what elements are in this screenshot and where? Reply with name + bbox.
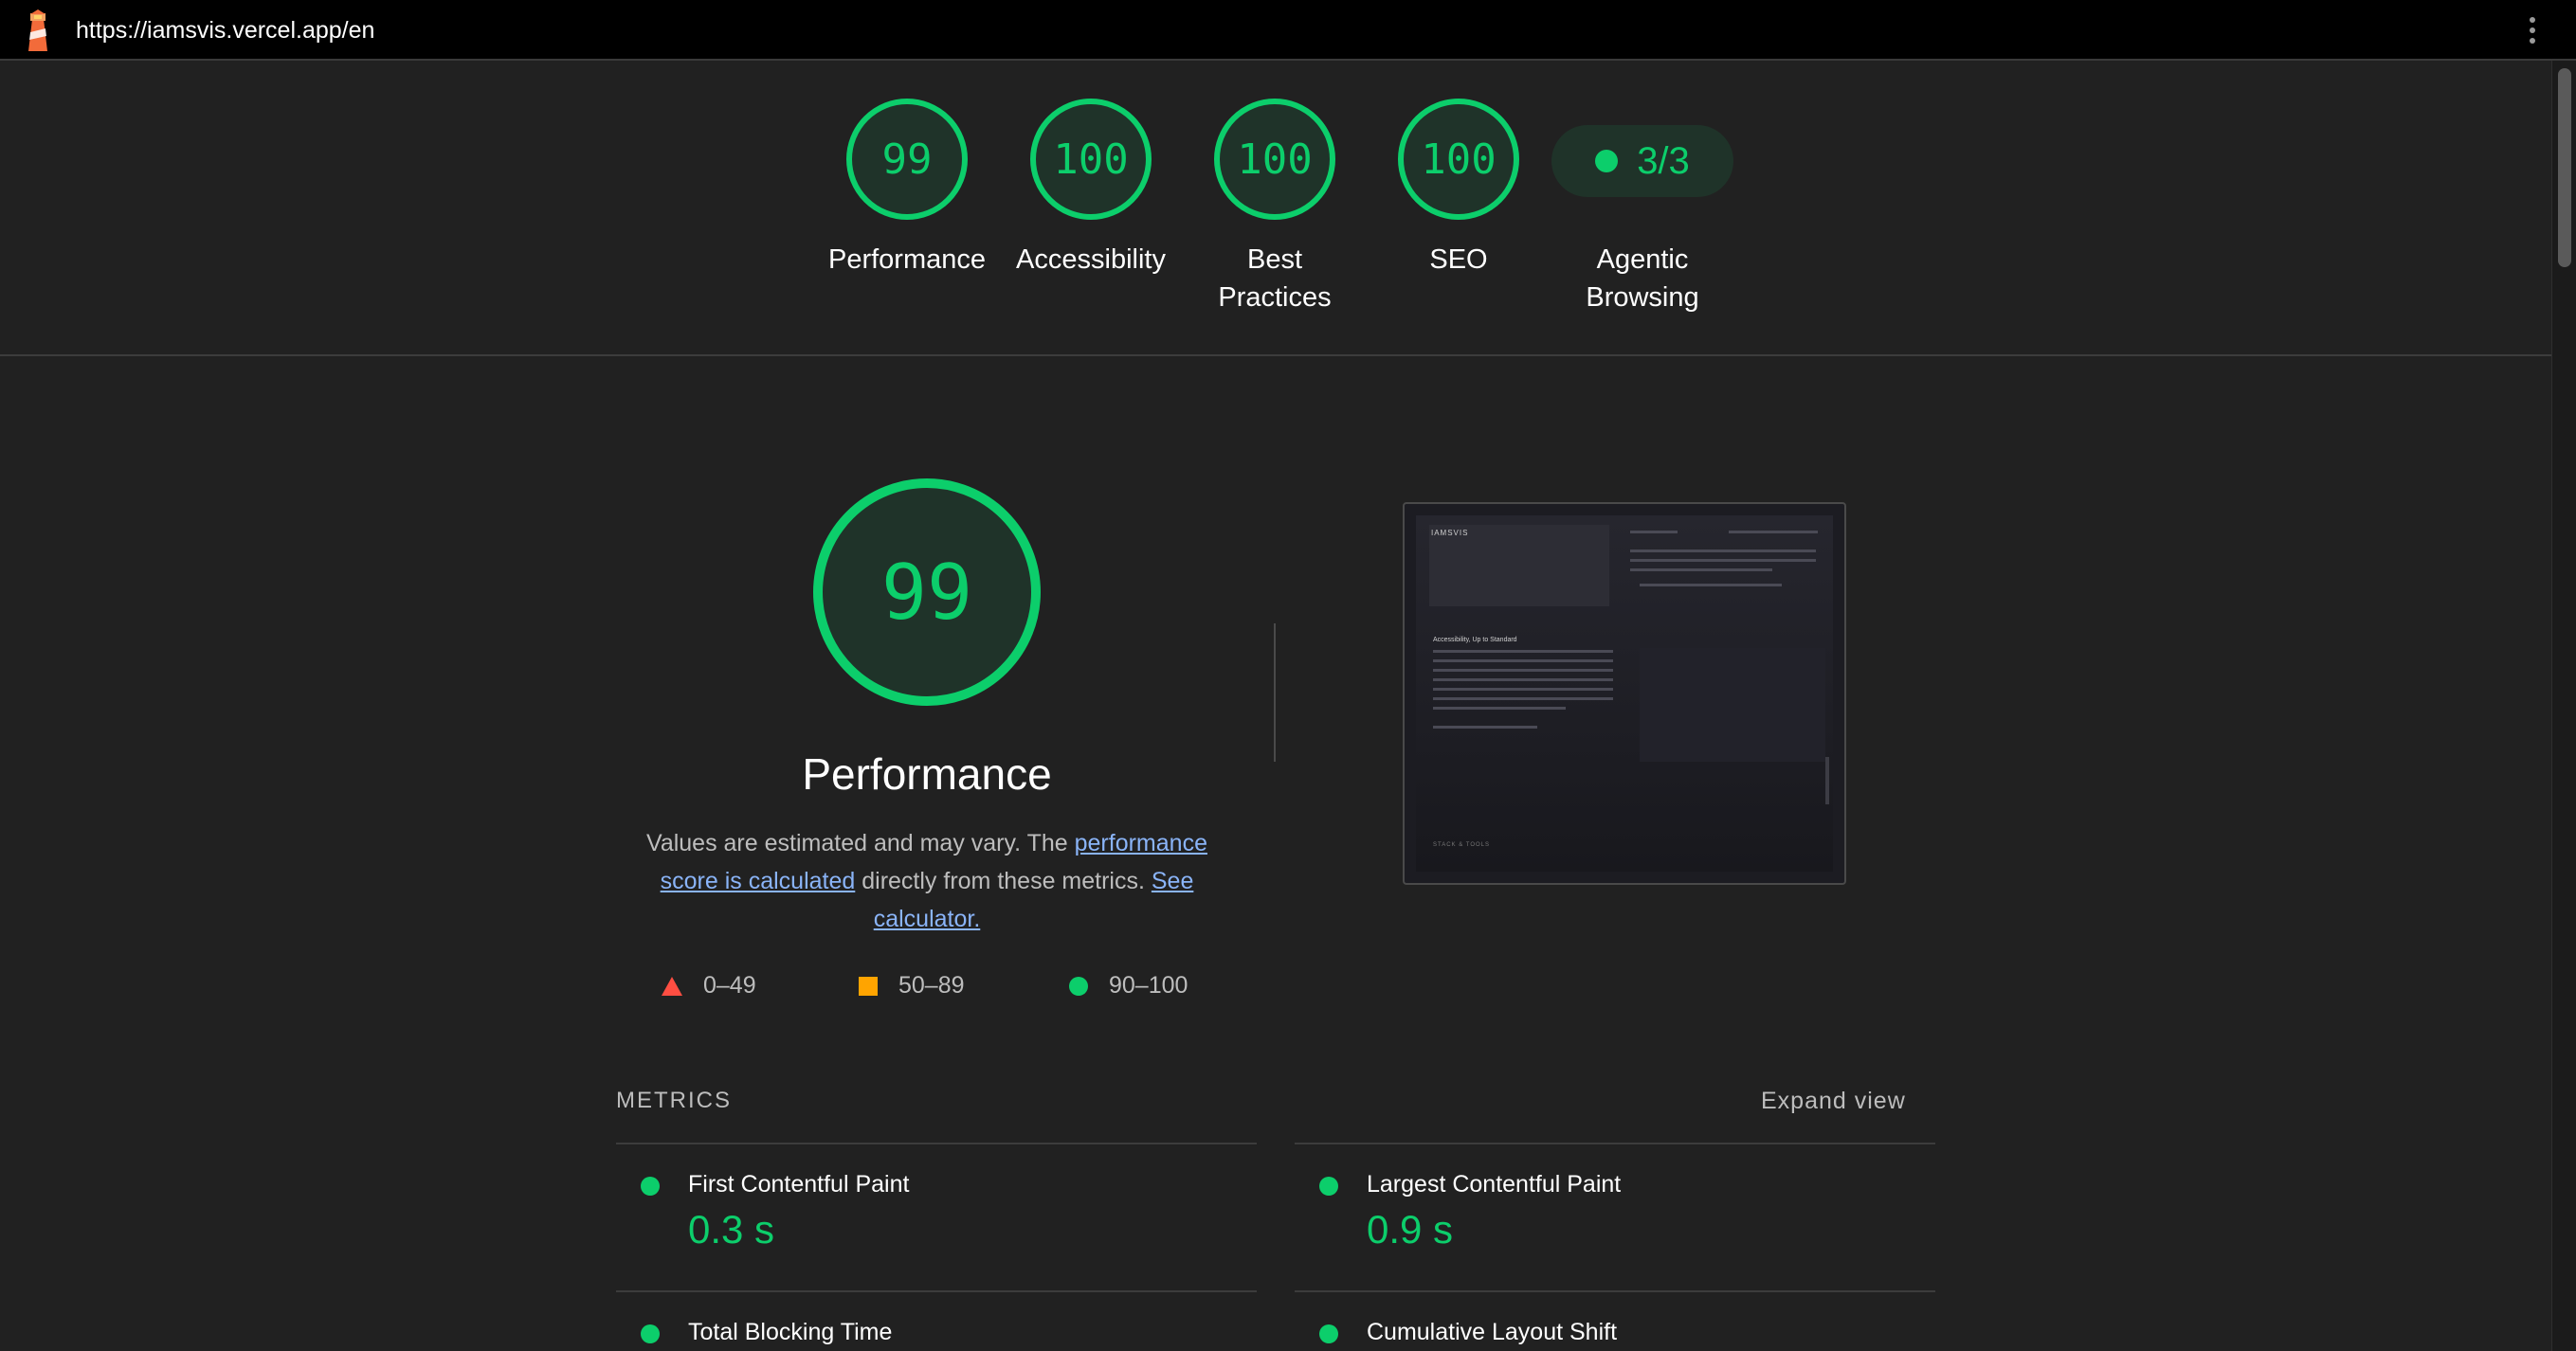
gauge-label: Best Practices [1218, 244, 1332, 313]
thumbnail-line [1630, 549, 1816, 552]
pass-dot-icon [1319, 1177, 1338, 1196]
thumbnail-line [1433, 669, 1613, 672]
metric-value: 0.9 s [1367, 1207, 1454, 1252]
thumbnail-line [1640, 584, 1782, 586]
vertical-divider [1274, 623, 1276, 762]
legend-fail: 0–49 [662, 972, 756, 1000]
thumbnail-line [1630, 559, 1816, 562]
metric-divider [1295, 1143, 1935, 1144]
agentic-label: Agentic Browsing [1586, 244, 1699, 313]
thumbnail-line [1433, 726, 1537, 729]
pass-dot-icon [1595, 150, 1619, 172]
legend-fail-label: 0–49 [703, 972, 756, 999]
gauge-ring: 100 [1214, 99, 1335, 220]
gauge-ring: 99 [846, 99, 968, 220]
metric-value: 0.3 s [688, 1207, 775, 1252]
score-legend: 0–49 50–89 90–100 [654, 972, 1223, 1004]
thumbnail-line [1433, 707, 1566, 710]
gauge-performance[interactable]: 99 Performance [817, 99, 997, 279]
scrollbar[interactable] [2551, 61, 2576, 1351]
performance-gauge: 99 [813, 478, 1041, 706]
thumbnail-scrollbar [1825, 757, 1829, 804]
section-divider [0, 354, 2551, 356]
thumbnail-line [1630, 531, 1678, 533]
gauge-ring: 100 [1030, 99, 1152, 220]
fail-triangle-icon [662, 976, 682, 996]
agentic-browsing-badge[interactable]: 3/3 [1551, 125, 1733, 197]
desc-text: Values are estimated and may vary. The [646, 830, 1075, 856]
thumbnail-line [1630, 568, 1772, 571]
thumbnail-page: IAMSVIS Accessibility, Up to Standard ST… [1416, 515, 1833, 872]
thumbnail-brand: IAMSVIS [1431, 529, 1469, 537]
thumbnail-footer: STACK & TOOLS [1433, 842, 1491, 848]
agentic-score: 3/3 [1637, 139, 1690, 182]
metric-divider [616, 1290, 1257, 1292]
thumbnail-line [1433, 688, 1613, 691]
average-square-icon [859, 976, 878, 996]
legend-pass: 90–100 [1069, 972, 1188, 1000]
legend-average: 50–89 [859, 972, 965, 1000]
performance-title: Performance [802, 749, 1052, 799]
thumbnail-heading: Accessibility, Up to Standard [1433, 637, 1517, 643]
page-url: https://iamsvis.vercel.app/en [76, 17, 375, 44]
thumbnail-line [1433, 659, 1613, 662]
gauge-label: Performance [827, 244, 986, 275]
lighthouse-icon [28, 9, 47, 51]
thumbnail-line [1433, 678, 1613, 681]
pass-dot-icon [641, 1324, 660, 1343]
gauge-label: SEO [1429, 244, 1488, 275]
thumbnail-panel [1640, 648, 1825, 762]
metric-title: Total Blocking Time [688, 1319, 893, 1345]
metric-title: Largest Contentful Paint [1367, 1171, 1622, 1198]
metric-title: First Contentful Paint [688, 1171, 910, 1198]
thumbnail-line [1433, 650, 1613, 653]
score-summary: 99 Performance 100 Accessibility 100 Bes… [0, 99, 2551, 354]
scrollbar-thumb[interactable] [2558, 68, 2571, 267]
expand-view-toggle[interactable]: Expand view [1761, 1088, 1906, 1115]
top-bar: https://iamsvis.vercel.app/en [0, 0, 2576, 61]
final-screenshot-thumbnail[interactable]: IAMSVIS Accessibility, Up to Standard ST… [1403, 502, 1846, 885]
pass-dot-icon [1319, 1324, 1338, 1343]
metric-title: Cumulative Layout Shift [1367, 1319, 1618, 1345]
legend-average-label: 50–89 [898, 972, 965, 999]
desc-text: directly from these metrics. [855, 868, 1152, 894]
metric-divider [1295, 1290, 1935, 1292]
pass-dot-icon [641, 1177, 660, 1196]
thumbnail-line [1433, 697, 1613, 700]
gauge-accessibility[interactable]: 100 Accessibility [1001, 99, 1181, 279]
metrics-header: METRICS [616, 1088, 732, 1113]
pass-circle-icon [1069, 976, 1088, 996]
performance-description: Values are estimated and may vary. The p… [626, 824, 1228, 938]
gauge-label: Accessibility [1016, 244, 1166, 275]
metric-divider [616, 1143, 1257, 1144]
legend-pass-label: 90–100 [1109, 972, 1188, 999]
gauge-ring: 100 [1398, 99, 1519, 220]
more-options-icon[interactable] [2529, 17, 2536, 44]
thumbnail-line [1729, 531, 1818, 533]
gauge-best-practices[interactable]: 100 Best Practices [1185, 99, 1365, 316]
gauge-seo[interactable]: 100 SEO [1369, 99, 1549, 279]
